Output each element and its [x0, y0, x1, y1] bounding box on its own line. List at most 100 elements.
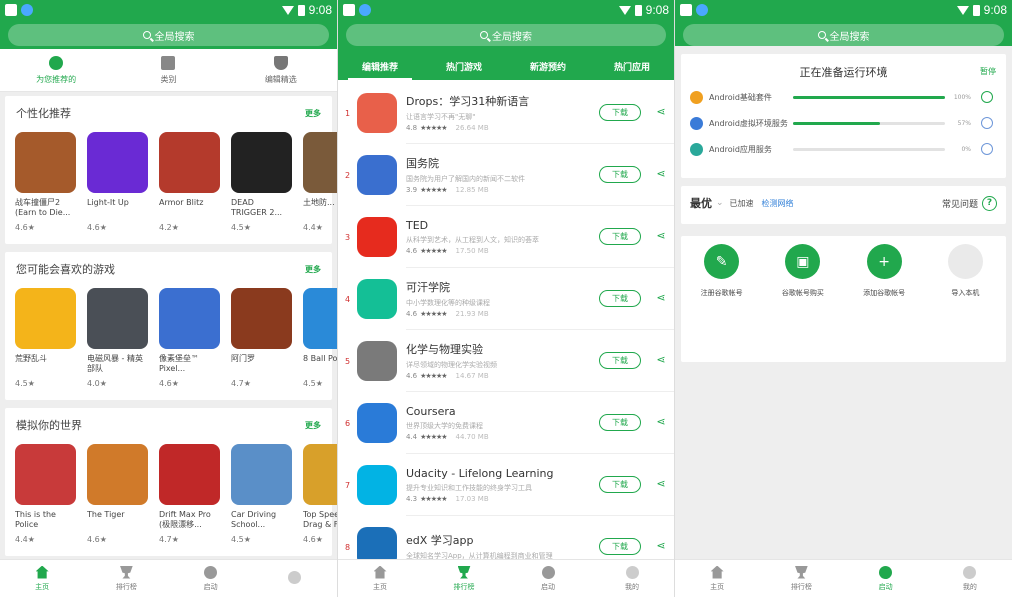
tab-new-reservations[interactable]: 新游预约: [506, 52, 590, 80]
app-card[interactable]: 电磁风暴 - 精英部队 4.0★: [87, 288, 148, 388]
app-card[interactable]: 土地防... 4.4★: [303, 132, 337, 232]
check-network-link[interactable]: 检测网络: [762, 198, 794, 209]
app-name: This is the Police: [15, 510, 56, 529]
download-button[interactable]: 下载: [599, 538, 641, 555]
account-actions-card: ✎ 注册谷歌帐号 ▣ 谷歌帐号购买 + 添加谷歌帐号 导入本机: [681, 236, 1006, 362]
share-icon[interactable]: ⋖: [655, 292, 667, 304]
pause-button[interactable]: 暂停: [980, 66, 996, 77]
home-icon: [373, 565, 387, 579]
share-icon[interactable]: ⋖: [655, 416, 667, 428]
help-icon[interactable]: ?: [982, 195, 997, 211]
nav-launch[interactable]: 启动: [169, 560, 253, 597]
download-button[interactable]: 下载: [599, 104, 641, 121]
tab-recommended[interactable]: 为您推荐的: [0, 49, 112, 91]
tab-categories[interactable]: 类别: [112, 49, 224, 91]
share-icon[interactable]: ⋖: [655, 168, 667, 180]
nav-rankings[interactable]: 排行榜: [84, 560, 168, 597]
faq-link[interactable]: 常见问题: [942, 197, 978, 210]
app-card[interactable]: 战车撞僵尸2 (Earn to Die... 4.6★: [15, 132, 76, 232]
list-item[interactable]: 7 Udacity - Lifelong Learning 提升专业知识和工作技能…: [338, 454, 674, 516]
env-row: Android应用服务 0%: [681, 136, 1006, 162]
app-icon: [357, 279, 397, 319]
stars-icon: ★★★★★: [420, 246, 447, 255]
app-card[interactable]: DEAD TRIGGER 2... 4.5★: [231, 132, 292, 232]
app-rating: 4.0★: [87, 379, 107, 388]
download-button[interactable]: 下载: [599, 414, 641, 431]
app-card[interactable]: Armor Blitz 4.2★: [159, 132, 220, 232]
app-card[interactable]: Light-It Up 4.6★: [87, 132, 148, 232]
nav-label: 我的: [962, 582, 977, 591]
route-mode[interactable]: 最优: [690, 195, 712, 211]
nav-home[interactable]: 主页: [675, 560, 759, 597]
share-icon[interactable]: ⋖: [655, 354, 667, 366]
app-card[interactable]: 荒野乱斗 4.5★: [15, 288, 76, 388]
share-icon[interactable]: ⋖: [655, 106, 667, 118]
action-label: 添加谷歌帐号: [863, 289, 906, 297]
nav-rankings[interactable]: 排行榜: [422, 560, 506, 597]
share-icon[interactable]: ⋖: [655, 540, 667, 552]
list-item[interactable]: 4 可汗学院 中小学数理化等的种级课程 4.6 ★★★★★ 21.93 MB 下载 ⋖: [338, 268, 674, 330]
list-item[interactable]: 1 Drops：学习31种新语言 让语言学习不再"无聊" 4.8 ★★★★★ 26.64…: [338, 82, 674, 144]
app-card[interactable]: 8 Ball Po... 4.5★: [303, 288, 337, 388]
status-bar: 9:08: [675, 0, 1012, 20]
tab-editor-picks[interactable]: 编辑推荐: [338, 52, 422, 80]
play-icon: [541, 565, 555, 579]
more-link[interactable]: 更多: [305, 264, 321, 275]
download-button[interactable]: 下载: [599, 352, 641, 369]
app-card[interactable]: This is the Police 4.4★: [15, 444, 76, 544]
app-card[interactable]: Drift Max Pro (极限漂移... 4.7★: [159, 444, 220, 544]
app-thumbnail: [15, 132, 76, 193]
app-card[interactable]: The Tiger 4.6★: [87, 444, 148, 544]
list-item[interactable]: 6 Coursera 世界顶级大学的免费课程 4.4 ★★★★★ 44.70 MB 下载…: [338, 392, 674, 454]
nav-launch[interactable]: 启动: [506, 560, 590, 597]
section-personalized: 个性化推荐 更多 战车撞僵尸2 (Earn to Die... 4.6★ Light…: [5, 96, 337, 244]
more-link[interactable]: 更多: [305, 420, 321, 431]
app-rating: 4.4: [406, 432, 418, 441]
search-bar[interactable]: 全局搜索: [346, 24, 666, 46]
nav-rankings[interactable]: 排行榜: [759, 560, 843, 597]
tab-editors-choice[interactable]: 编辑精选: [225, 49, 337, 91]
register-google-account-button[interactable]: ✎ 注册谷歌帐号: [681, 244, 762, 298]
tab-hot-apps[interactable]: 热门应用: [590, 52, 674, 80]
share-icon[interactable]: ⋖: [655, 230, 667, 242]
buy-google-account-button[interactable]: ▣ 谷歌帐号购买: [762, 244, 843, 298]
nav-home[interactable]: 主页: [338, 560, 422, 597]
nav-home[interactable]: 主页: [0, 560, 84, 597]
app-card[interactable]: 像素堡垒™ Pixel... 4.6★: [159, 288, 220, 388]
download-button[interactable]: 下载: [599, 228, 641, 245]
app-rating: 4.3: [406, 494, 418, 503]
chevron-down-icon[interactable]: ⌄: [716, 198, 724, 208]
clock: 9:08: [645, 3, 669, 17]
download-button[interactable]: 下载: [599, 290, 641, 307]
nav-me[interactable]: 我的: [590, 560, 674, 597]
app-thumbnail: [15, 444, 76, 505]
more-link[interactable]: 更多: [305, 108, 321, 119]
app-card[interactable]: Car Driving School... 4.5★: [231, 444, 292, 544]
speed-row: 最优 ⌄ 已加速 检测网络 常见问题 ?: [681, 186, 1006, 220]
list-item[interactable]: 5 化学与物理实验 详尽领域的物理化学实验视频 4.6 ★★★★★ 14.67 MB 下…: [338, 330, 674, 392]
app-row: 荒野乱斗 4.5★ 电磁风暴 - 精英部队 4.0★ 像素堡垒™ Pixel... 4…: [5, 286, 337, 388]
env-preparation-card: 正在准备运行环境 暂停 Android基础套件 100% Android虚拟环境…: [681, 54, 1006, 178]
download-button[interactable]: 下载: [599, 166, 641, 183]
add-google-account-button[interactable]: + 添加谷歌帐号: [844, 244, 925, 298]
list-item[interactable]: 2 国务院 国务院为用户了解国内的新闻不二软件 3.9 ★★★★★ 12.85 MB 下…: [338, 144, 674, 206]
list-item[interactable]: 3 TED 从科学到艺术，从工程到人文，知识的荟萃 4.6 ★★★★★ 17.50 MB…: [338, 206, 674, 268]
home-icon: [710, 565, 724, 579]
search-bar[interactable]: 全局搜索: [683, 24, 1004, 46]
download-button[interactable]: 下载: [599, 476, 641, 493]
tab-hot-games[interactable]: 热门游戏: [422, 52, 506, 80]
app-thumbnail: [15, 288, 76, 349]
shapes-icon: [161, 55, 176, 70]
nav-me[interactable]: 我的: [928, 560, 1012, 597]
search-bar[interactable]: 全局搜索: [8, 24, 329, 46]
import-local-button[interactable]: 导入本机: [925, 244, 1006, 298]
nav-launch[interactable]: 启动: [844, 560, 928, 597]
app-size: 14.67 MB: [455, 372, 489, 380]
top-tabs: 为您推荐的 类别 编辑精选: [0, 49, 337, 92]
app-card[interactable]: 阿门罗 4.7★: [231, 288, 292, 388]
nav-me[interactable]: [253, 560, 337, 597]
app-card[interactable]: Top Spee... Drag & F... 4.6★: [303, 444, 337, 544]
list-item[interactable]: 8 edX 学习app 全球知名学习App，从计算机编程到商业和管理 下载 ⋖: [338, 516, 674, 559]
app-name: 土地防...: [303, 198, 335, 207]
share-icon[interactable]: ⋖: [655, 478, 667, 490]
